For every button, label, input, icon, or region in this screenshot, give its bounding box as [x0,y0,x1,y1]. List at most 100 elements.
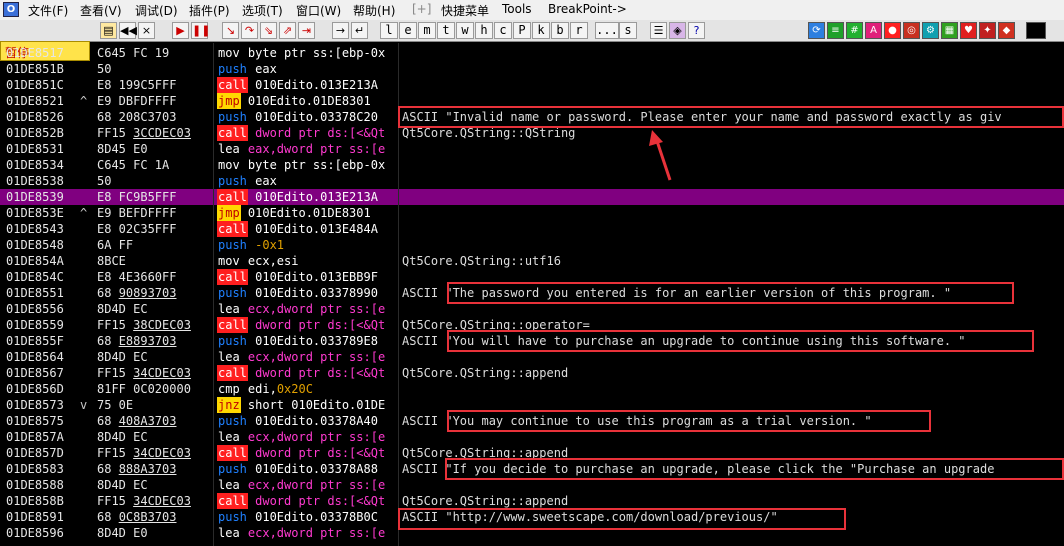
instruction-operand: 010Edito.013E213A [247,190,378,204]
toolbar-handles-button[interactable]: h [475,22,493,39]
instruction-mnemonic: mov [218,254,240,268]
crack-icon[interactable]: ✦ [979,22,996,39]
toolbar-cpu-button[interactable]: c [494,22,512,39]
code-row[interactable]: 01DE8534 C645 FC 1A mov byte ptr ss:[ebp-0… [0,157,1064,173]
row-address: 01DE8588 [6,478,64,492]
row-address: 01DE8564 [6,350,64,364]
instruction-operand: 010Edito.013EBB9F [247,270,378,284]
toolbar-breakpoints-button[interactable]: b [551,22,569,39]
row-address: 01DE8573 [6,398,64,412]
menu-bar: O 文件(F) 查看(V) 调试(D) 插件(P) 选项(T) 窗口(W) 帮助… [0,0,1064,20]
instruction-mnemonic: push [218,462,247,476]
menu-file[interactable]: 文件(F) [28,2,68,19]
toolbar-modules-button[interactable]: e [399,22,417,39]
row-instruction: call dword ptr ds:[<&Qt [217,317,397,333]
row-hex: FF15 3CCDEC03 [97,126,191,140]
toolbar-log-button[interactable]: l [380,22,398,39]
help-icon[interactable]: ? [688,22,705,39]
code-row[interactable]: 01DE851B 50 push eax [0,61,1064,77]
code-row[interactable]: 01DE853E ^ E9 BEFDFFFF jmp 010Edito.01DE830… [0,205,1064,221]
instruction-operand: 010Edito.01DE8301 [240,94,371,108]
menu-options[interactable]: 选项(T) [242,2,283,19]
toolbar-threads-button[interactable]: t [437,22,455,39]
options-icon[interactable]: ◈ [669,22,686,39]
toolbar-patches-button[interactable]: P [513,22,531,39]
row-address: 01DE8551 [6,286,64,300]
row-hex: 8BCE [97,254,126,268]
execute-till-return-icon[interactable]: ⇥ [298,22,315,39]
instruction-mnemonic: push [218,110,247,124]
list-icon[interactable]: ☰ [650,22,667,39]
target-icon[interactable]: ◎ [903,22,920,39]
rewind-icon[interactable]: ◀◀ [119,22,137,39]
code-row[interactable]: 01DE8539 E8 FC9B5FFF call 010Edito.013E213… [0,189,1064,205]
instruction-mnemonic: mov [218,158,240,172]
instruction-mnemonic: push [218,174,247,188]
code-row[interactable]: 01DE8543 E8 02C35FFF call 010Edito.013E484… [0,221,1064,237]
code-row[interactable]: 01DE856D 81FF 0C020000 cmp edi,0x20C [0,381,1064,397]
open-icon[interactable]: ▤ [100,22,117,39]
code-row[interactable]: 01DE8548 6A FF push -0x1 [0,237,1064,253]
unpack-icon[interactable]: ◆ [998,22,1015,39]
row-instruction: lea eax,dword ptr ss:[e [217,141,397,157]
toolbar-callstack-button[interactable]: k [532,22,550,39]
toolbar-references-button[interactable]: r [570,22,588,39]
toolbar-runtrace-button[interactable]: ... [595,22,619,39]
code-row[interactable]: 01DE8517 C645 FC 19 mov byte ptr ss:[ebp-0… [0,45,1064,61]
code-row[interactable]: 01DE851C E8 199C5FFF call 010Edito.013E213… [0,77,1064,93]
close-icon[interactable]: × [138,22,155,39]
instruction-mnemonic: lea [218,350,240,364]
pause-icon[interactable]: ❚❚ [191,22,210,39]
code-row[interactable]: 01DE8567 FF15 34CDEC03 call dword ptr ds:[… [0,365,1064,381]
menu-tools[interactable]: Tools [502,2,532,16]
trace-into-icon[interactable]: ⇘ [260,22,277,39]
instruction-mnemonic: call [217,189,248,205]
instruction-mnemonic: lea [218,478,240,492]
instruction-mnemonic: push [218,62,247,76]
row-instruction: call 010Edito.013E213A [217,189,397,205]
code-row[interactable]: 01DE854A 8BCE mov ecx,esi Qt5Core.QString::… [0,253,1064,269]
trace-over-icon[interactable]: ⇗ [279,22,296,39]
calc-icon[interactable]: ≡ [827,22,844,39]
instruction-operand: short 010Edito.01DE [240,398,386,412]
row-instruction: jnz short 010Edito.01DE [217,397,397,413]
row-hex: FF15 34CDEC03 [97,494,191,508]
toolbar-source-button[interactable]: s [619,22,637,39]
annotation-arrow [649,130,672,181]
grid-icon[interactable]: ▦ [941,22,958,39]
black-box-icon[interactable] [1026,22,1046,39]
menu-plugins[interactable]: 插件(P) [189,2,230,19]
toolbar-memory-button[interactable]: m [418,22,436,39]
instruction-operand: 010Edito.03378990 [247,286,378,300]
step-over-icon[interactable]: ↷ [241,22,258,39]
menu-breakpoint[interactable]: BreakPoint-> [548,2,627,16]
hash-icon[interactable]: # [846,22,863,39]
ascii-icon[interactable]: A [865,22,882,39]
menu-debug[interactable]: 调试(D) [135,2,178,19]
code-row[interactable]: 01DE858B FF15 34CDEC03 call dword ptr ds:[… [0,493,1064,509]
instruction-mnemonic: call [217,269,248,285]
run-icon[interactable]: ▶ [172,22,189,39]
row-hex: C645 FC 1A [97,158,170,172]
heart-icon[interactable]: ♥ [960,22,977,39]
menu-plus[interactable]: [+] [412,2,431,16]
row-hex: 8D45 E0 [97,142,148,156]
row-instruction: call 010Edito.013E484A [217,221,397,237]
code-row[interactable]: 01DE8531 8D45 E0 lea eax,dword ptr ss:[e [0,141,1064,157]
row-address: 01DE8559 [6,318,64,332]
app-icon[interactable]: O [3,2,19,17]
toolbar-windows-button[interactable]: w [456,22,474,39]
refresh-icon[interactable]: ⟳ [808,22,825,39]
menu-window[interactable]: 窗口(W) [296,2,341,19]
step-into-icon[interactable]: ↘ [222,22,239,39]
menu-shortcuts[interactable]: 快捷菜单 [441,2,489,19]
go-back-icon[interactable]: ↵ [351,22,368,39]
menu-help[interactable]: 帮助(H) [353,2,395,19]
instruction-operand: dword ptr ds:[<&Qt [247,318,386,332]
instruction-mnemonic: push [218,334,247,348]
settings-icon[interactable]: ⚙ [922,22,939,39]
goto-icon[interactable]: → [332,22,349,39]
record-icon[interactable]: ● [884,22,901,39]
menu-view[interactable]: 查看(V) [80,2,122,19]
code-row[interactable]: 01DE8538 50 push eax [0,173,1064,189]
